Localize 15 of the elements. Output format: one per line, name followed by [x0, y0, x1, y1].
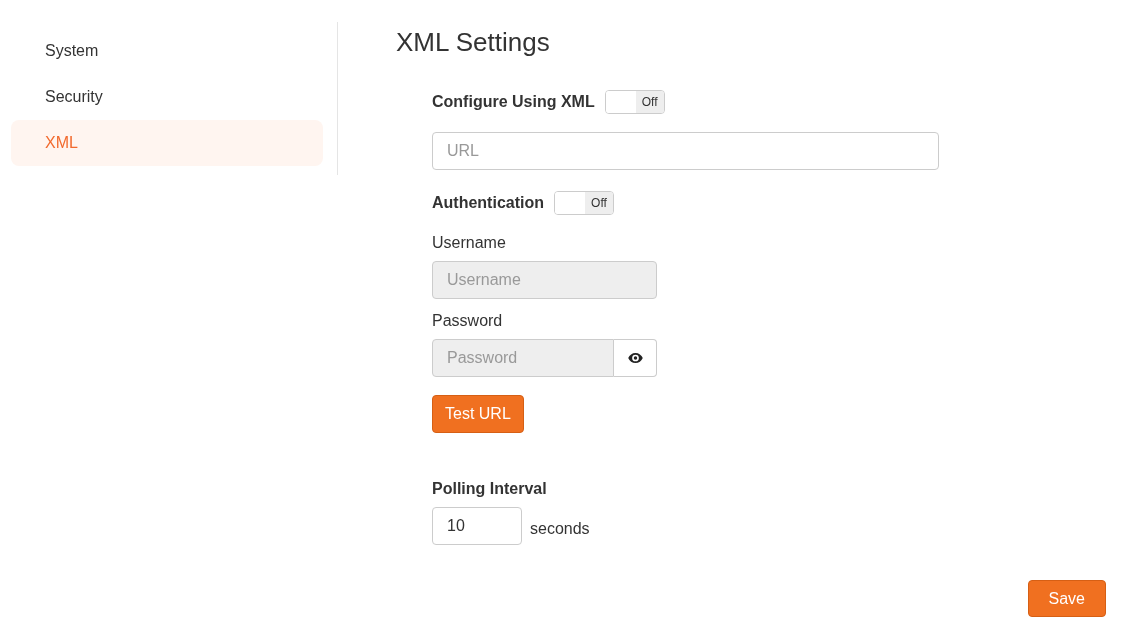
eye-icon [627, 353, 643, 363]
polling-interval-input-field[interactable]: 10 [432, 507, 522, 545]
field-label: Configure Using XML [432, 92, 595, 112]
field-label: Password [432, 311, 503, 331]
page-title: XML Settings [396, 26, 550, 58]
unit-label: seconds [530, 519, 590, 539]
sidebar-item[interactable]: System [11, 28, 323, 74]
url-input-field[interactable]: URL [432, 132, 939, 170]
sidebar-item[interactable]: Security [11, 74, 323, 120]
field-label: Username [432, 233, 506, 253]
show-password-button[interactable] [614, 339, 657, 377]
toggle-switch[interactable]: Off [554, 191, 614, 215]
field-label: Polling Interval [432, 479, 547, 499]
field-label: Authentication [432, 193, 544, 213]
toggle-switch[interactable]: Off [604, 90, 665, 114]
